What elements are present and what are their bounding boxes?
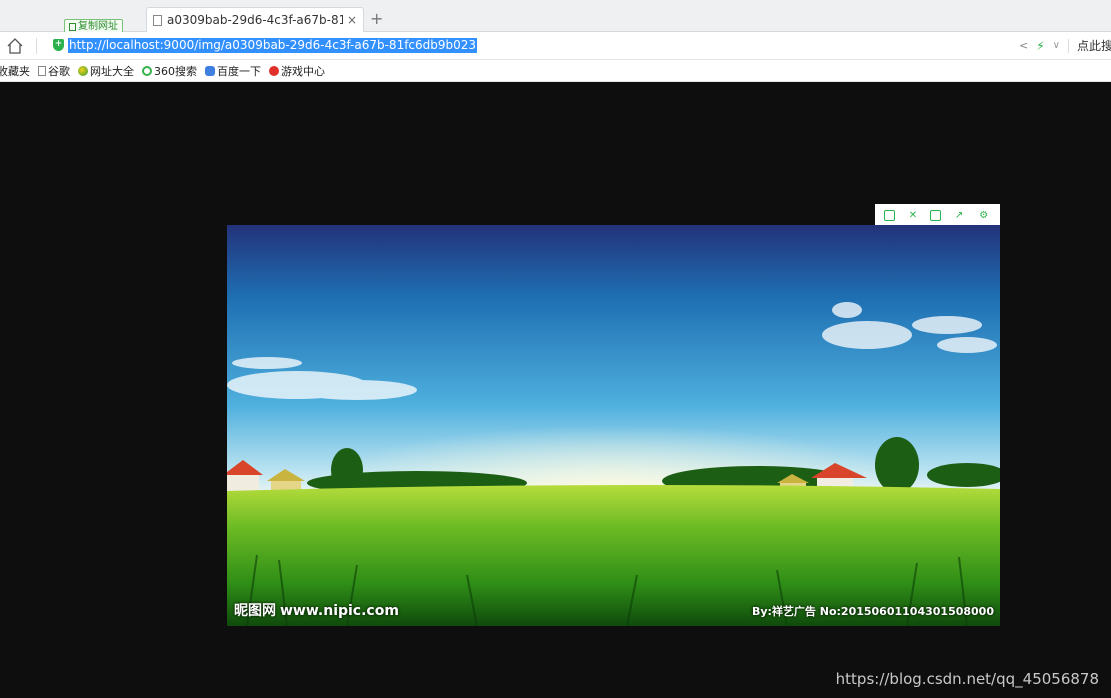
address-bar-actions: < ⚡ ∨ 点此搜 (1019, 37, 1111, 54)
bookmark-label: 游戏中心 (281, 64, 325, 78)
game-icon (269, 65, 279, 76)
bookmark-360[interactable]: 360搜索 (142, 63, 197, 79)
share-icon[interactable]: ↗ (952, 208, 966, 222)
new-tab-button[interactable]: + (370, 9, 383, 28)
browser-window: 复制网址 a0309bab-29d6-4c3f-a67b-81fc6db9b02… (0, 0, 1111, 698)
image-viewer: ✕ ↗ ⚙ 昵图网 www.nipic.com By:祥艺广告 No:20150… (0, 82, 1111, 698)
fit-icon[interactable] (884, 209, 896, 221)
360-icon (142, 65, 152, 76)
share-icon[interactable]: < (1019, 39, 1028, 52)
watermark-logo: 昵图网 (234, 603, 276, 619)
chevron-down-icon[interactable]: ∨ (1053, 40, 1060, 51)
image-toolbar: ✕ ↗ ⚙ (875, 204, 1000, 226)
save-icon[interactable] (930, 209, 942, 221)
landscape-image (227, 225, 1000, 626)
bookmark-favorites[interactable]: 收藏夹 (0, 63, 30, 79)
bookmarks-bar: 收藏夹 谷歌 网址大全 360搜索 百度一下 游戏中心 (0, 60, 1111, 82)
bookmark-games[interactable]: 游戏中心 (269, 63, 325, 79)
address-bar: + http://localhost:9000/img/a0309bab-29d… (0, 32, 1111, 60)
baidu-icon (205, 65, 215, 76)
watermark-nipic: 昵图网 www.nipic.com (234, 600, 399, 620)
search-box[interactable]: 点此搜 (1077, 37, 1111, 54)
lightning-icon[interactable]: ⚡ (1036, 39, 1044, 53)
tab-title: a0309bab-29d6-4c3f-a67b-81fc6db9b023 (167, 13, 343, 27)
displayed-image[interactable]: 昵图网 www.nipic.com By:祥艺广告 No:201506011043… (227, 225, 1000, 626)
fullscreen-icon[interactable]: ✕ (906, 208, 920, 222)
watermark-id: By:祥艺广告 No:20150601104301508000 (751, 605, 994, 618)
divider (36, 38, 37, 54)
bookmark-label: 谷歌 (48, 64, 70, 78)
bookmark-label: 360搜索 (154, 64, 197, 78)
page-icon (153, 14, 162, 26)
home-icon[interactable] (6, 37, 24, 55)
bookmark-label: 网址大全 (90, 64, 134, 78)
tab-strip: 复制网址 a0309bab-29d6-4c3f-a67b-81fc6db9b02… (0, 0, 1111, 34)
security-shield-icon[interactable]: + (53, 39, 64, 51)
bookmark-label: 百度一下 (217, 64, 261, 78)
bookmark-nav[interactable]: 网址大全 (78, 63, 134, 79)
nav-icon (78, 65, 88, 76)
bookmark-label: 收藏夹 (0, 64, 30, 78)
doc-icon (38, 65, 46, 76)
watermark-site: www.nipic.com (280, 603, 399, 619)
close-tab-icon[interactable]: × (347, 13, 357, 27)
copy-icon (69, 22, 76, 31)
divider (1068, 38, 1069, 53)
tab-active[interactable]: a0309bab-29d6-4c3f-a67b-81fc6db9b023 × (146, 7, 364, 32)
url-input[interactable]: http://localhost:9000/img/a0309bab-29d6-… (68, 38, 478, 53)
bookmark-baidu[interactable]: 百度一下 (205, 63, 261, 79)
bookmark-google[interactable]: 谷歌 (38, 63, 70, 79)
settings-icon[interactable]: ⚙ (977, 208, 991, 222)
page-watermark: https://blog.csdn.net/qq_45056878 (835, 670, 1099, 688)
